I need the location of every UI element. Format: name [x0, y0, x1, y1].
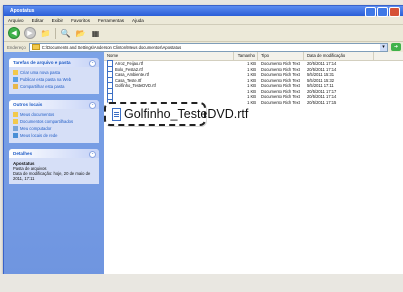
other-places-panel: Outros locais ˆ Meus documentos Document…: [9, 100, 99, 143]
file-size: 1 KB: [247, 83, 256, 89]
file-size: 1 KB: [247, 61, 256, 67]
go-button[interactable]: ➜: [391, 43, 401, 51]
file-size: 1 KB: [247, 94, 256, 100]
file-date: 5/5/2011 15:32: [307, 77, 335, 83]
page-background: [0, 274, 403, 292]
address-path: C:\Documents and Settings\Anderson Clint…: [41, 44, 182, 50]
task-label: Publicar esta pasta na Web: [20, 77, 72, 82]
panel-header[interactable]: Tarefas de arquivo e pasta ˆ: [9, 58, 99, 67]
column-header-date[interactable]: Data de modificação: [304, 52, 374, 60]
collapse-icon[interactable]: ˆ: [89, 102, 96, 109]
menu-favoritos[interactable]: Favoritos: [71, 18, 90, 23]
back-arrow-icon[interactable]: ◀: [8, 27, 20, 39]
menu-exibir[interactable]: Exibir: [52, 18, 64, 23]
place-my-computer[interactable]: Meu computador: [13, 126, 95, 131]
folder-icon: [31, 44, 40, 50]
file-size: 1 KB: [247, 72, 256, 78]
file-type: Documento Rich Text: [261, 66, 300, 72]
task-publish-web[interactable]: Publicar esta pasta na Web: [13, 77, 95, 82]
file-type: Documento Rich Text: [261, 94, 300, 100]
menu-bar: Arquivo Editar Exibir Favoritos Ferramen…: [4, 16, 403, 25]
callout-filename: Golfinho_TesteDVD.rtf: [124, 107, 249, 121]
file-date: 20/5/2011 17:14: [307, 94, 337, 100]
toolbar: ◀ ▶ 📁 🔍 📂 ▦: [4, 25, 403, 42]
forward-arrow-icon[interactable]: ▶: [24, 27, 36, 39]
explorer-window: Apostatus Arquivo Editar Exibir Favorito…: [3, 5, 403, 277]
file-size: 1 KB: [247, 77, 256, 83]
rtf-file-icon: [112, 107, 121, 121]
place-network[interactable]: Meus locais de rede: [13, 133, 95, 138]
network-icon: [13, 133, 18, 138]
place-label: Meus locais de rede: [20, 133, 58, 138]
documents-folder-icon: [13, 112, 18, 117]
toolbar-separator: [55, 27, 56, 39]
file-type: Documento Rich Text: [261, 61, 300, 67]
file-date: 20/5/2011 17:17: [307, 88, 337, 94]
file-list-pane: Nome Tamanho Tipo Data de modificação Ar…: [104, 52, 403, 276]
globe-icon: [13, 77, 18, 82]
address-field[interactable]: C:\Documents and Settings\Anderson Clint…: [28, 42, 388, 52]
zoom-callout: Golfinho_TesteDVD.rtf: [104, 102, 248, 126]
file-date: 5/5/2011 17:11: [307, 83, 334, 89]
panel-header[interactable]: Detalhes ˆ: [9, 149, 99, 158]
file-type: Documento Rich Text: [261, 83, 300, 89]
file-date: 20/5/2011 17:14: [307, 61, 337, 67]
details-modified: Data de modificação: hoje, 20 de maio de…: [13, 171, 91, 181]
panel-title: Tarefas de arquivo e pasta: [13, 60, 71, 65]
menu-arquivo[interactable]: Arquivo: [8, 18, 24, 23]
file-type: Documento Rich Text: [261, 99, 300, 105]
menu-ferramentas[interactable]: Ferramentas: [98, 18, 124, 23]
folders-icon[interactable]: 📂: [75, 28, 86, 39]
address-label: Endereço: [7, 44, 26, 50]
task-label: Compartilhar esta pasta: [20, 84, 65, 89]
details-panel: Detalhes ˆ Apostatus Pasta de arquivos D…: [9, 149, 99, 184]
up-folder-icon[interactable]: 📁: [40, 28, 51, 39]
file-size: 1 KB: [247, 66, 256, 72]
computer-icon: [13, 126, 18, 131]
menu-ajuda[interactable]: Ajuda: [132, 18, 144, 23]
place-shared-documents[interactable]: Documentos compartilhados: [13, 119, 95, 124]
panel-header[interactable]: Outros locais ˆ: [9, 100, 99, 109]
file-type: Documento Rich Text: [261, 72, 300, 78]
collapse-icon[interactable]: ˆ: [89, 151, 96, 158]
panel-title: Detalhes: [13, 151, 33, 156]
place-label: Documentos compartilhados: [20, 119, 74, 124]
column-header-type[interactable]: Tipo: [258, 52, 304, 60]
maximize-button[interactable]: [377, 7, 388, 17]
column-header-size[interactable]: Tamanho: [234, 52, 258, 60]
window-controls: [365, 7, 400, 17]
file-tasks-panel: Tarefas de arquivo e pasta ˆ Criar uma n…: [9, 58, 99, 94]
file-type: Documento Rich Text: [261, 77, 300, 83]
search-icon[interactable]: 🔍: [60, 28, 71, 39]
share-folder-icon: [13, 84, 18, 89]
task-new-folder[interactable]: Criar uma nova pasta: [13, 70, 95, 75]
views-icon[interactable]: ▦: [90, 28, 101, 39]
shared-folder-icon: [13, 119, 18, 124]
chevron-down-icon[interactable]: ▾: [380, 43, 387, 51]
task-pane: Tarefas de arquivo e pasta ˆ Criar uma n…: [4, 52, 104, 276]
task-share[interactable]: Compartilhar esta pasta: [13, 84, 95, 89]
content-area: Tarefas de arquivo e pasta ˆ Criar uma n…: [4, 52, 403, 276]
close-button[interactable]: [389, 7, 400, 17]
minimize-button[interactable]: [365, 7, 376, 17]
column-header-name[interactable]: Nome: [104, 52, 234, 60]
menu-editar[interactable]: Editar: [32, 18, 44, 23]
place-label: Meu computador: [20, 126, 52, 131]
file-type: Documento Rich Text: [261, 88, 300, 94]
file-date: 20/5/2011 17:14: [307, 66, 337, 72]
place-label: Meus documentos: [20, 112, 55, 117]
new-folder-icon: [13, 70, 18, 75]
panel-title: Outros locais: [13, 102, 43, 107]
window-title: Apostatus: [10, 8, 35, 14]
collapse-icon[interactable]: ˆ: [89, 60, 96, 67]
place-my-documents[interactable]: Meus documentos: [13, 112, 95, 117]
file-date: 20/5/2011 17:15: [307, 99, 337, 105]
title-bar[interactable]: Apostatus: [4, 6, 403, 17]
file-size: 1 KB: [247, 99, 256, 105]
file-size: 1 KB: [247, 88, 256, 94]
file-date: 5/5/2011 15:31: [307, 72, 335, 78]
task-label: Criar uma nova pasta: [20, 70, 61, 75]
